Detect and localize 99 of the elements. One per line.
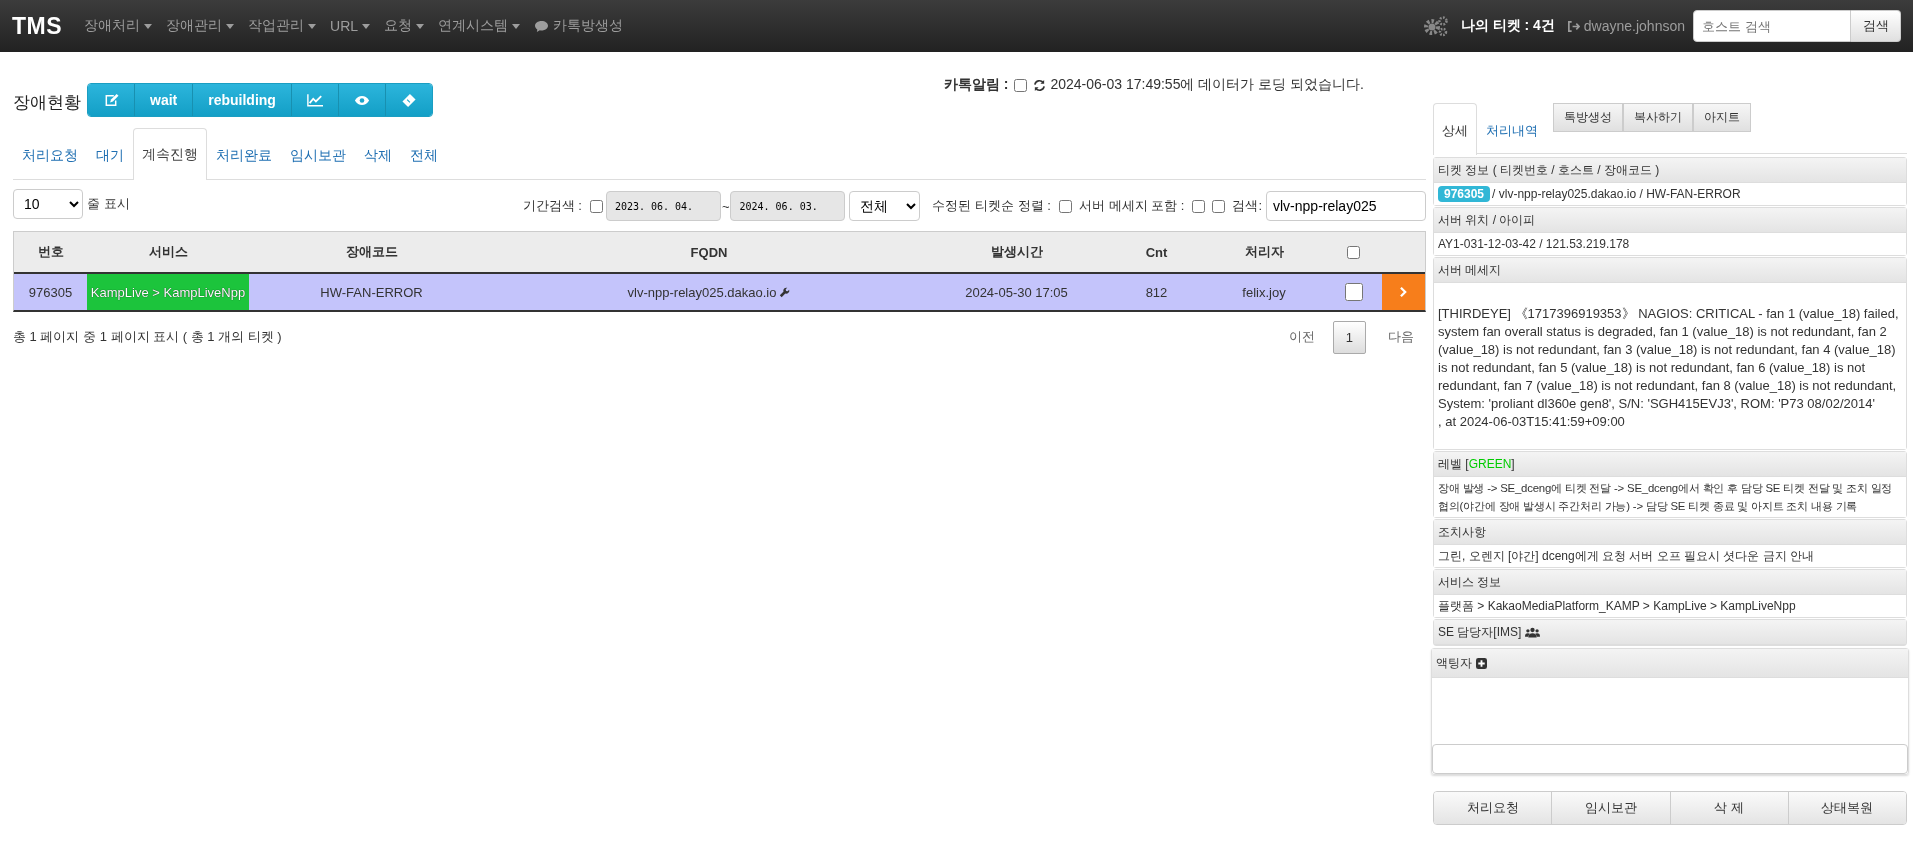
period-label: 기간검색 : [522,197,582,215]
ticket-host-code: / vlv-npp-relay025.dakao.io / HW-FAN-ERROR [1492,187,1741,201]
toolbar-button[interactable] [88,84,135,116]
detail-tab[interactable]: 처리내역 [1477,103,1547,155]
table-cell: 976305 [14,274,87,310]
select-all-checkbox[interactable] [1347,245,1360,259]
nav-menu-item[interactable]: 요청 [384,17,425,35]
level-heading: 레벨 [GREEN] [1434,452,1906,477]
caret-icon [416,23,425,29]
chat-icon [534,19,550,33]
date-from-field[interactable]: 2023. 06. 04. [605,191,721,221]
brand-logo[interactable]: TMS [12,12,63,40]
column-header[interactable]: 서비스 [148,243,188,261]
service-tag: KampLive > KampLiveNpp [87,274,249,310]
caret-icon [144,23,153,29]
section-heading: 티켓 정보 ( 티켓번호 / 호스트 / 장애코드 ) [1434,158,1906,183]
status-tab[interactable]: 처리요청 [13,129,87,180]
search-checkbox[interactable] [1212,199,1226,213]
include-message-label: 서버 메세지 포함 : [1078,197,1185,215]
status-tab[interactable]: 대기 [87,129,133,180]
status-tab[interactable]: 전체 [401,129,447,180]
caret-icon [362,23,371,29]
sort-label: 수정된 티켓순 정렬 : [932,197,1051,215]
host-search-field[interactable]: 호스트 검색 [1693,10,1851,42]
ticket-action-button[interactable]: 상태복원 [1788,792,1906,824]
nav-menu-item[interactable]: 연계시스템 [438,17,521,35]
section-heading: 조치사항 [1434,520,1906,545]
table-cell: 812 [1109,274,1204,310]
section-heading: 서버 메세지 [1434,258,1906,283]
my-tickets-link[interactable]: 나의 티켓 : 4건 [1460,17,1555,35]
pagination-button[interactable]: 다음 [1376,320,1426,354]
detail-action-button[interactable]: 복사하기 [1623,103,1693,132]
column-header[interactable]: Cnt [1145,244,1168,260]
wrench-icon[interactable] [779,286,791,298]
column-header[interactable]: 장애코드 [345,243,398,261]
caret-icon [308,23,317,29]
user-link[interactable]: dwayne.johnson [1583,18,1685,34]
date-to-field[interactable]: 2024. 06. 03. [730,191,846,221]
logout-icon[interactable] [1566,19,1580,33]
column-header[interactable]: 발생시간 [990,243,1043,261]
detail-action-button[interactable]: 톡방생성 [1553,103,1623,132]
actor-input-field[interactable] [1432,744,1908,774]
search-field[interactable]: vlv-npp-relay025 [1266,191,1426,221]
nav-menu-item[interactable]: URL [330,18,371,34]
column-header[interactable]: FQDN [690,244,728,260]
status-tab[interactable]: 계속진행 [133,128,207,180]
nav-menu-item[interactable]: 장애관리 [166,17,235,35]
edit-icon [103,92,119,108]
ticket-action-button[interactable]: 삭 제 [1670,792,1789,824]
ticket-action-button[interactable]: 임시보관 [1552,792,1671,824]
range-separator: ~ [721,198,730,214]
alert-checkbox[interactable] [1014,78,1028,92]
nav-menu-item[interactable]: 장애처리 [84,17,153,35]
table-cell: 2024-05-30 17:05 [924,274,1109,310]
refresh-icon[interactable] [1033,78,1047,92]
ticket-icon [400,92,417,108]
caret-icon [512,23,521,29]
column-header[interactable]: 번호 [37,243,64,261]
sort-checkbox[interactable] [1058,199,1072,213]
table-cell: HW-FAN-ERROR [249,274,494,310]
section-heading: SE 담당자[IMS] [1438,624,1522,641]
ticket-number-badge: 976305 [1438,186,1491,202]
nav-menu-item[interactable]: 작업관리 [248,17,317,35]
line-chart-icon [306,92,323,108]
toolbar-button[interactable] [291,84,339,116]
ticket-action-button[interactable]: 처리요청 [1434,792,1553,824]
pagination-button[interactable]: 1 [1332,320,1366,354]
toolbar-button[interactable] [338,84,386,116]
status-tab[interactable]: 처리완료 [207,129,281,180]
chevron-right-icon [1399,286,1408,298]
add-icon[interactable] [1476,657,1487,669]
alert-label: 카톡알림 : [943,76,1009,94]
table-cell: felix.joy [1204,274,1324,310]
toolbar-button[interactable] [385,84,432,116]
status-tab[interactable]: 삭제 [355,129,401,180]
column-header[interactable]: 처리자 [1244,243,1284,261]
pagination-button[interactable]: 이전 [1276,320,1327,354]
users-icon[interactable] [1525,626,1541,638]
section-heading: 서비스 정보 [1434,570,1906,595]
settings-icon[interactable] [1422,15,1449,37]
search-button[interactable]: 검색 [1851,10,1901,42]
period-checkbox[interactable] [589,199,603,213]
page-title: 장애현황 [13,92,81,114]
table-info: 총 1 페이지 중 1 페이지 표시 ( 총 1 개의 티켓 ) [13,328,282,346]
nav-menu-item[interactable]: 카톡방생성 [534,17,624,35]
range-select[interactable]: 전체 [849,191,921,221]
detail-tab[interactable]: 상세 [1433,103,1477,155]
section-heading: 서버 위치 / 아이피 [1434,208,1906,233]
page-size-label: 줄 표시 [87,195,130,213]
detail-action-button[interactable]: 아지트 [1693,103,1751,132]
loading-message: 2024-06-03 17:49:55에 데이터가 로딩 되었습니다. [1050,76,1364,94]
search-label: 검색: [1232,197,1262,215]
page-size-select[interactable]: 10 [13,189,83,219]
section-heading: 액팅자 [1436,655,1472,672]
row-checkbox[interactable] [1344,283,1363,301]
table-cell: vlv-npp-relay025.dakao.io [627,284,777,300]
include-message-checkbox[interactable] [1192,199,1206,213]
status-tab[interactable]: 임시보관 [281,129,355,180]
caret-icon [226,23,235,29]
